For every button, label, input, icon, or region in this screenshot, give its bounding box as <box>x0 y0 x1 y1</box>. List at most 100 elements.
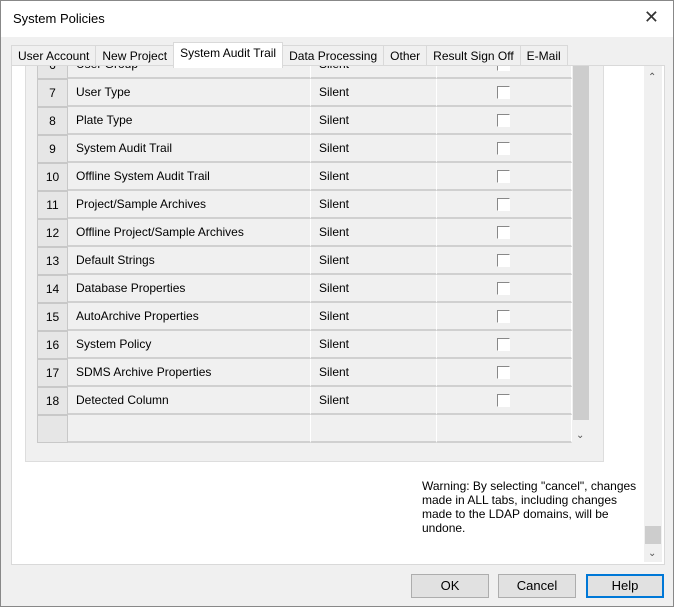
empty-cell[interactable] <box>311 415 437 443</box>
help-button[interactable]: Help <box>586 574 664 598</box>
checkbox[interactable] <box>497 254 510 267</box>
checkbox[interactable] <box>497 142 510 155</box>
cancel-warning: Warning: By selecting "cancel", changes … <box>422 479 637 535</box>
item-name: System Policy <box>68 331 311 359</box>
checkbox-cell <box>437 219 572 247</box>
tab-system-audit-trail[interactable]: System Audit Trail <box>173 42 284 68</box>
row-number: 6 <box>37 66 68 79</box>
grid-scroll-thumb[interactable] <box>573 66 589 420</box>
table-row: 14 Database Properties Silent <box>37 275 572 303</box>
chevron-up-icon[interactable]: ⌃ <box>648 72 656 83</box>
checkbox[interactable] <box>497 170 510 183</box>
table-row: 10 Offline System Audit Trail Silent <box>37 163 572 191</box>
checkbox-cell <box>437 163 572 191</box>
item-value[interactable]: Silent <box>311 387 437 415</box>
table-row: 7 User Type Silent <box>37 79 572 107</box>
tab-e-mail[interactable]: E-Mail <box>519 45 568 66</box>
audit-trail-grid: 6User GroupSilent7User TypeSilent8Plate … <box>37 66 590 443</box>
row-number: 18 <box>37 387 68 415</box>
table-row: 15 AutoArchive Properties Silent <box>37 303 572 331</box>
tab-new-project[interactable]: New Project <box>95 45 175 66</box>
item-value[interactable]: Silent <box>311 163 437 191</box>
checkbox[interactable] <box>497 394 510 407</box>
row-number: 13 <box>37 247 68 275</box>
checkbox[interactable] <box>497 338 510 351</box>
checkbox[interactable] <box>497 282 510 295</box>
item-value[interactable]: Silent <box>311 303 437 331</box>
tab-user-account[interactable]: User Account <box>11 45 97 66</box>
item-value[interactable]: Silent <box>311 79 437 107</box>
title-bar: System Policies ✕ <box>1 1 673 37</box>
chevron-down-icon[interactable]: ⌄ <box>576 430 584 441</box>
cancel-button[interactable]: Cancel <box>498 574 576 598</box>
tab-other[interactable]: Other <box>383 45 428 66</box>
item-name: Offline Project/Sample Archives <box>68 219 311 247</box>
item-value[interactable]: Silent <box>311 247 437 275</box>
tab-data-processing[interactable]: Data Processing <box>282 45 385 66</box>
row-number: 7 <box>37 79 68 107</box>
checkbox-cell <box>437 247 572 275</box>
row-number: 14 <box>37 275 68 303</box>
grid-scrollbar[interactable]: ⌄ <box>572 66 590 443</box>
empty-cell[interactable] <box>68 415 311 443</box>
item-value[interactable]: Silent <box>311 275 437 303</box>
empty-row <box>37 415 572 443</box>
item-value[interactable]: Silent <box>311 219 437 247</box>
item-name: Default Strings <box>68 247 311 275</box>
checkbox[interactable] <box>497 114 510 127</box>
checkbox-cell <box>437 387 572 415</box>
window-title: System Policies <box>13 11 105 26</box>
tab-result-sign-off[interactable]: Result Sign Off <box>426 45 521 66</box>
checkbox-cell <box>437 275 572 303</box>
system-policies-dialog: System Policies ✕ User Account New Projec… <box>0 0 674 607</box>
close-icon[interactable]: ✕ <box>644 7 659 28</box>
checkbox[interactable] <box>497 366 510 379</box>
item-name: Offline System Audit Trail <box>68 163 311 191</box>
row-number: 11 <box>37 191 68 219</box>
table-row: 9 System Audit Trail Silent <box>37 135 572 163</box>
item-value[interactable]: Silent <box>311 191 437 219</box>
item-name: Database Properties <box>68 275 311 303</box>
table-row: 11 Project/Sample Archives Silent <box>37 191 572 219</box>
table-row: 8 Plate Type Silent <box>37 107 572 135</box>
checkbox-cell <box>437 359 572 387</box>
checkbox-cell <box>437 66 572 79</box>
checkbox-cell <box>437 191 572 219</box>
row-number: 8 <box>37 107 68 135</box>
table-row: 12 Offline Project/Sample Archives Silent <box>37 219 572 247</box>
checkbox[interactable] <box>497 198 510 211</box>
table-row: 13 Default Strings Silent <box>37 247 572 275</box>
tab-strip: User Account New Project System Audit Trai… <box>11 42 568 68</box>
row-number: 10 <box>37 163 68 191</box>
ok-button[interactable]: OK <box>411 574 489 598</box>
table-row: 18 Detected Column Silent <box>37 387 572 415</box>
item-name: Plate Type <box>68 107 311 135</box>
checkbox[interactable] <box>497 226 510 239</box>
page-scroll-thumb[interactable] <box>645 526 661 544</box>
checkbox-cell <box>437 331 572 359</box>
item-value[interactable]: Silent <box>311 331 437 359</box>
item-value[interactable]: Silent <box>311 107 437 135</box>
table-row: 17 SDMS Archive Properties Silent <box>37 359 572 387</box>
checkbox[interactable] <box>497 310 510 323</box>
empty-cell[interactable] <box>437 415 572 443</box>
page-scrollbar[interactable]: ⌃ ⌄ <box>644 66 662 562</box>
checkbox-cell <box>437 107 572 135</box>
item-value[interactable]: Silent <box>311 359 437 387</box>
item-name: Detected Column <box>68 387 311 415</box>
checkbox[interactable] <box>497 86 510 99</box>
item-value[interactable]: Silent <box>311 66 437 79</box>
checkbox[interactable] <box>497 66 510 71</box>
table-row: 6User GroupSilent <box>37 66 572 79</box>
row-number: 16 <box>37 331 68 359</box>
row-number: 12 <box>37 219 68 247</box>
checkbox-cell <box>437 303 572 331</box>
item-value[interactable]: Silent <box>311 135 437 163</box>
tab-page: 6User GroupSilent7User TypeSilent8Plate … <box>11 65 665 565</box>
checkbox-cell <box>437 135 572 163</box>
table-row: 16 System Policy Silent <box>37 331 572 359</box>
empty-cell[interactable] <box>37 415 68 443</box>
row-number: 17 <box>37 359 68 387</box>
row-number: 15 <box>37 303 68 331</box>
chevron-down-icon[interactable]: ⌄ <box>648 548 656 559</box>
